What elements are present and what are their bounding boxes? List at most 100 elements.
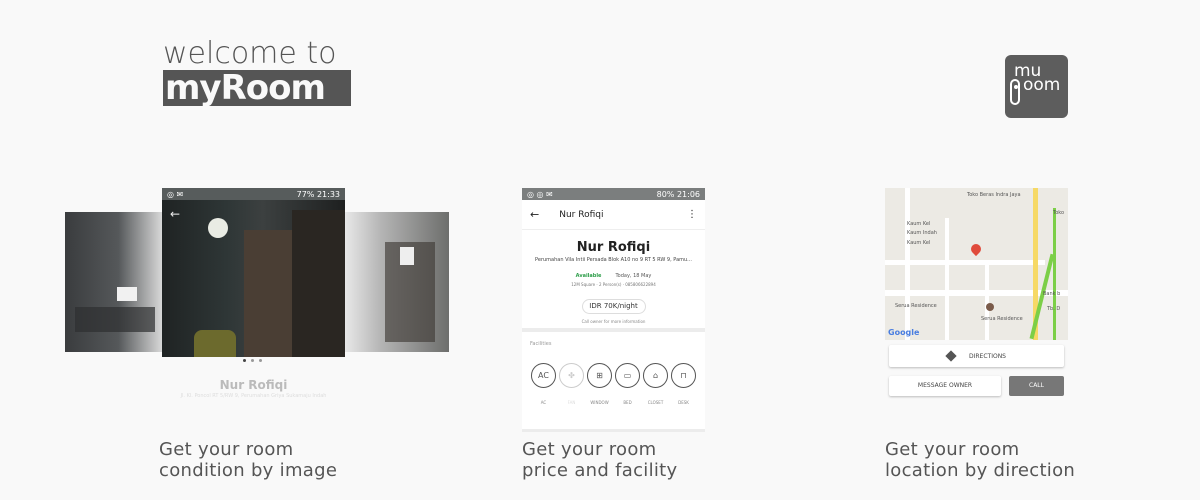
facility-closet: ⌂ CLOSET bbox=[643, 363, 668, 405]
map-traffic-road bbox=[1053, 208, 1056, 340]
logo-text-oom: oom bbox=[1023, 75, 1061, 95]
bag-shape bbox=[194, 330, 236, 357]
window-icon: ⊞ bbox=[587, 363, 612, 388]
desk-icon: ⊓ bbox=[671, 363, 696, 388]
carousel-dot-2[interactable] bbox=[251, 359, 254, 362]
notification-icons: ◎ ✉ bbox=[167, 189, 184, 199]
map-label: Kaum Indah bbox=[907, 230, 937, 236]
status-bar: ◎ ◎ ✉ 80% 21:06 bbox=[522, 188, 705, 200]
availability-status: Available bbox=[575, 273, 602, 279]
facility-ac: AC AC bbox=[531, 363, 556, 405]
facility-fan: ✤ FAN bbox=[559, 363, 584, 405]
status-right: 77% 21:33 bbox=[297, 190, 340, 199]
caption-price: Get your room price and facility bbox=[522, 439, 677, 481]
battery-percent: 77% bbox=[296, 189, 315, 199]
map-road bbox=[985, 264, 989, 340]
facility-label: CLOSET bbox=[647, 400, 664, 405]
door-tag-icon bbox=[1010, 79, 1020, 105]
carousel-dots[interactable] bbox=[243, 359, 262, 362]
carousel-dot-3[interactable] bbox=[259, 359, 262, 362]
availability-row: Available Today, 18 May bbox=[522, 273, 705, 279]
caption-image: Get your room condition by image bbox=[159, 439, 337, 481]
facility-window: ⊞ WINDOW bbox=[587, 363, 612, 405]
caption-line1: Get your room bbox=[159, 439, 294, 460]
paper-shape bbox=[400, 247, 414, 265]
notification-icons: ◎ ◎ ✉ bbox=[527, 189, 553, 199]
toolbar-title: Nur Rofiqi bbox=[559, 209, 604, 220]
poi-marker-icon[interactable] bbox=[986, 303, 994, 311]
myroom-logo: mu oom bbox=[1005, 55, 1068, 118]
facilities-title: Facilities bbox=[530, 341, 552, 347]
carousel-next-image[interactable] bbox=[345, 212, 449, 352]
desk-shape bbox=[75, 307, 155, 332]
caption-line2: price and facility bbox=[522, 460, 678, 481]
back-arrow-icon[interactable]: ← bbox=[530, 208, 539, 221]
room-address: Perumahan Vila Intii Persada Blok A10 no… bbox=[535, 257, 692, 263]
battery-percent: 80% bbox=[656, 189, 675, 199]
facility-bed: ▭ BED bbox=[615, 363, 640, 405]
room-owner-name: Nur Rofiqi bbox=[219, 378, 288, 392]
facilities-list: AC AC ✤ FAN ⊞ WINDOW ▭ BED ⌂ CLOSET ⊓ DE… bbox=[522, 363, 705, 405]
caption-line1: Get your room bbox=[885, 439, 1020, 460]
room-detail-phone: ◎ ◎ ✉ 80% 21:06 ← Nur Rofiqi ⋮ Nur Rofiq… bbox=[522, 188, 705, 432]
fan-icon: ✤ bbox=[559, 363, 584, 388]
map-road bbox=[945, 218, 949, 340]
facility-label: AC bbox=[540, 400, 547, 405]
status-right: 80% 21:06 bbox=[657, 190, 700, 199]
map-road bbox=[905, 188, 910, 340]
map-label: Toko bbox=[1053, 210, 1065, 216]
room-meta: 12M Square · 2 Person(s) · 085806622894 bbox=[571, 282, 656, 287]
call-hint: Call owner for more information bbox=[581, 319, 646, 324]
back-arrow-icon[interactable]: ← bbox=[170, 207, 180, 221]
room-address: Jl. Kl. Poncol RT 5/RW 9, Perumahan Griy… bbox=[180, 393, 327, 399]
wardrobe-shape bbox=[244, 230, 292, 357]
map-label: Bank b bbox=[1043, 291, 1061, 297]
caption-line2: location by direction bbox=[885, 460, 1076, 481]
facility-label: FAN bbox=[567, 400, 576, 405]
status-time: 21:33 bbox=[316, 189, 340, 199]
bottom-divider bbox=[522, 429, 705, 432]
directions-label: DIRECTIONS bbox=[969, 352, 1006, 360]
call-button[interactable]: CALL bbox=[1009, 376, 1064, 396]
carousel-prev-image[interactable] bbox=[65, 212, 162, 352]
location-pin-icon[interactable] bbox=[968, 241, 984, 257]
facility-label: WINDOW bbox=[590, 400, 609, 405]
status-time: 21:06 bbox=[676, 189, 700, 199]
caption-line2: condition by image bbox=[159, 460, 338, 481]
google-logo: Google bbox=[888, 328, 920, 337]
map-label: Kaum Kel bbox=[907, 240, 931, 246]
room-photo[interactable]: ← bbox=[162, 200, 345, 357]
app-toolbar: ← Nur Rofiqi ⋮ bbox=[522, 200, 705, 230]
section-divider bbox=[522, 328, 705, 332]
ac-icon: AC bbox=[531, 363, 556, 388]
availability-date: Today, 18 May bbox=[615, 273, 652, 279]
status-bar: ◎ ✉ 77% 21:33 bbox=[162, 188, 345, 200]
caption-line1: Get your room bbox=[522, 439, 657, 460]
room-image-phone: ◎ ✉ 77% 21:33 ← bbox=[162, 188, 345, 357]
carousel-dot-1[interactable] bbox=[243, 359, 246, 362]
monitor-shape bbox=[117, 287, 137, 301]
price-badge: IDR 70K/night bbox=[581, 299, 646, 314]
wall-clock-shape bbox=[208, 218, 228, 238]
map-label: Serua Residence bbox=[895, 303, 937, 309]
location-map[interactable]: Toko Beras Indra Jaya Toko Kaum Kel Kaum… bbox=[885, 188, 1068, 340]
facility-label: DESK bbox=[678, 400, 689, 405]
map-label: Kaum Kel bbox=[907, 221, 931, 227]
bed-icon: ▭ bbox=[615, 363, 640, 388]
welcome-title: welcome to myRoom bbox=[163, 38, 353, 106]
map-label: Serua Residence bbox=[981, 316, 1023, 322]
message-owner-button[interactable]: MESSAGE OWNER bbox=[889, 376, 1001, 396]
wardrobe-door-shape bbox=[292, 210, 345, 357]
map-label: Toko Beras Indra Jaya bbox=[967, 192, 1021, 198]
title-myroom: myRoom bbox=[163, 70, 351, 106]
facility-label: BED bbox=[623, 400, 632, 405]
caption-location: Get your room location by direction bbox=[885, 439, 1075, 481]
hanger-icon: ⌂ bbox=[643, 363, 668, 388]
more-vert-icon[interactable]: ⋮ bbox=[687, 209, 697, 220]
title-welcome-to: welcome to bbox=[163, 36, 337, 71]
room-owner-name: Nur Rofiqi bbox=[576, 240, 651, 255]
directions-button[interactable]: DIRECTIONS bbox=[889, 345, 1064, 367]
map-label: Tb. D bbox=[1047, 306, 1061, 312]
facility-desk: ⊓ DESK bbox=[671, 363, 696, 405]
directions-icon bbox=[945, 350, 957, 362]
